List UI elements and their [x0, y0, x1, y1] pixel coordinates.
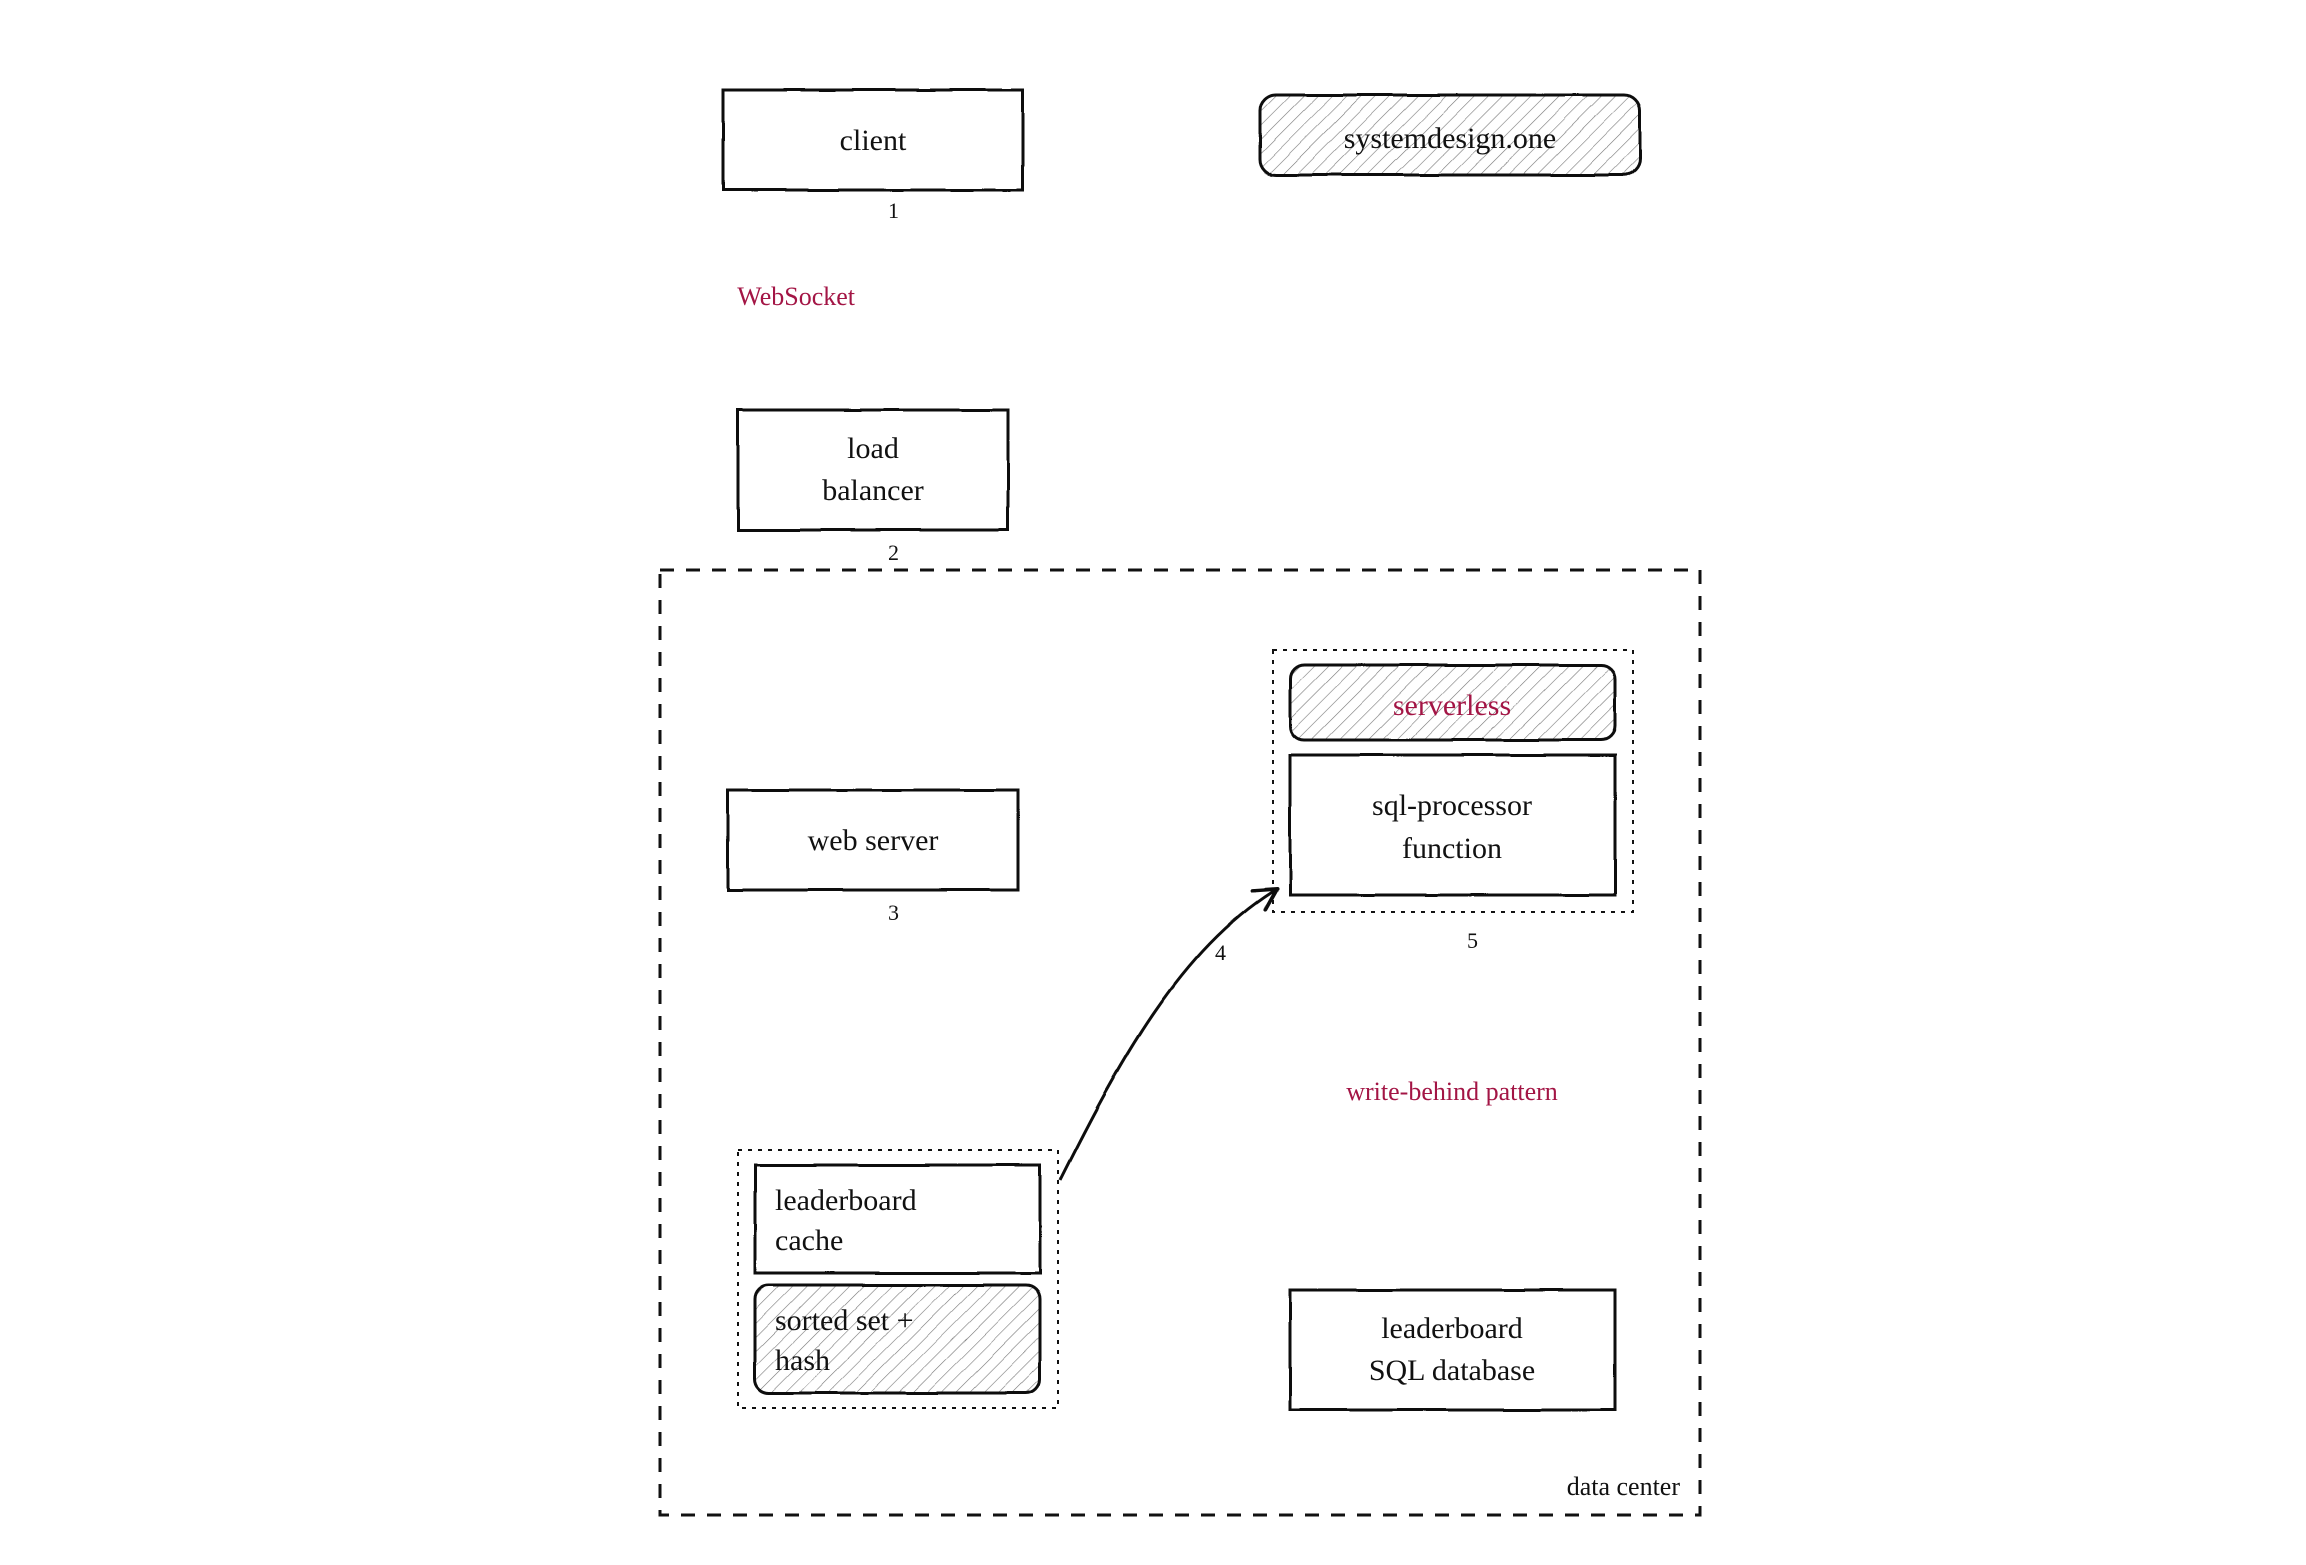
sql-processor-label-2: function — [1402, 832, 1502, 865]
serverless-label: serverless — [1393, 689, 1511, 722]
load-balancer-label-2: balancer — [822, 474, 924, 507]
write-behind-annotation: write-behind pattern — [1346, 1077, 1558, 1106]
load-balancer-label-1: load — [847, 432, 899, 465]
leaderboard-cache-label-1: leaderboard — [775, 1184, 917, 1217]
data-center-label: data center — [1567, 1472, 1681, 1501]
edge-4-num: 4 — [1215, 940, 1226, 965]
edge-4 — [1060, 890, 1275, 1180]
leaderboard-cache-label-2: cache — [775, 1224, 843, 1257]
edge-1-num: 1 — [888, 198, 899, 223]
leaderboard-db-label-1: leaderboard — [1381, 1312, 1523, 1345]
client-label: client — [840, 124, 907, 157]
sql-processor-node — [1290, 755, 1615, 895]
web-server-label: web server — [808, 824, 939, 857]
sql-processor-label-1: sql-processor — [1372, 789, 1532, 822]
load-balancer-node — [738, 410, 1008, 530]
leaderboard-db-label-2: SQL database — [1369, 1354, 1535, 1387]
edge-2-num: 2 — [888, 540, 899, 565]
leaderboard-db-node — [1290, 1290, 1615, 1410]
sorted-set-label-1: sorted set + — [775, 1304, 914, 1337]
architecture-diagram: systemdesign.one client 1 WebSocket load… — [0, 0, 2306, 1565]
watermark-text: systemdesign.one — [1344, 122, 1556, 155]
sorted-set-label-2: hash — [775, 1344, 830, 1377]
edge-3-num: 3 — [888, 900, 899, 925]
websocket-annotation: WebSocket — [737, 282, 856, 311]
edge-5-num: 5 — [1467, 928, 1478, 953]
